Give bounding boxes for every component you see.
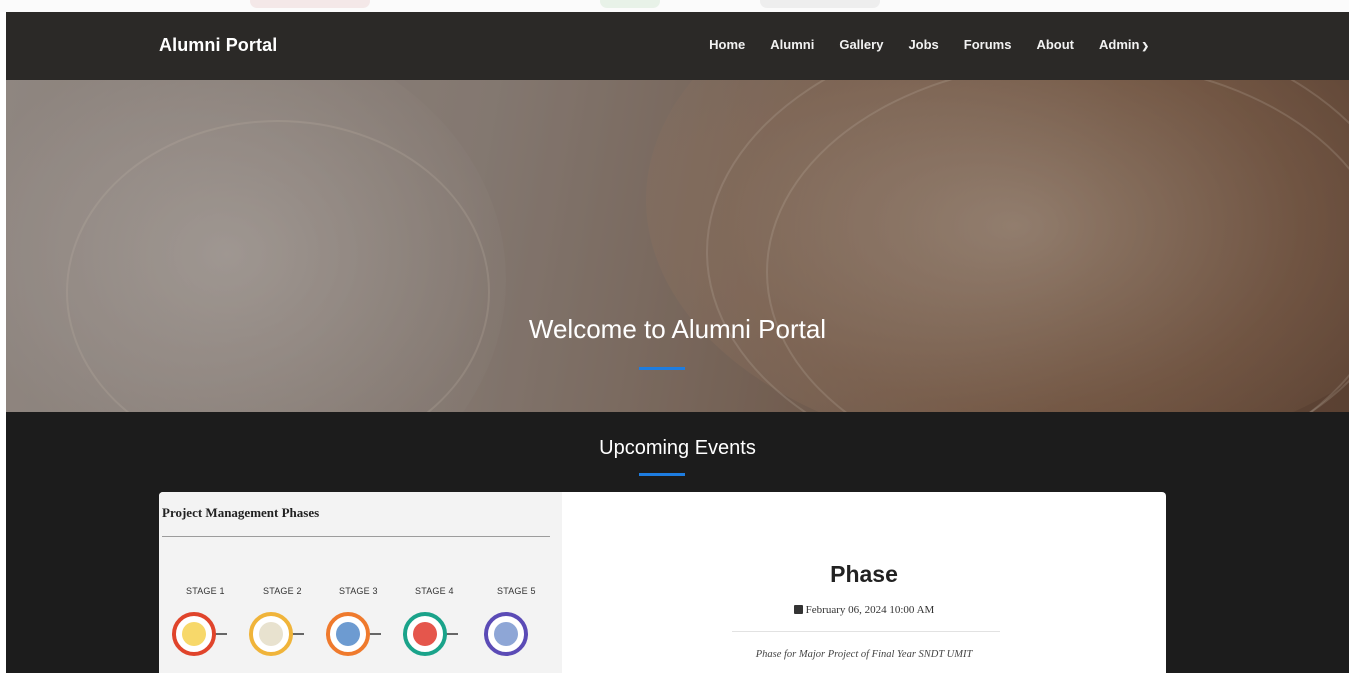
events-divider	[639, 473, 685, 476]
chart-person-icon	[326, 612, 370, 656]
calendar-icon	[793, 605, 803, 614]
nav-about[interactable]: About	[1036, 37, 1074, 52]
event-image-title: Project Management Phases	[162, 505, 320, 520]
top-watermark-strip	[0, 0, 1349, 12]
event-date: February 06, 2024 10:00 AM	[562, 604, 1166, 616]
nav-links: Home Alumni Gallery Jobs Forums About Ad…	[684, 37, 1149, 52]
events-heading: Upcoming Events	[599, 437, 756, 459]
stage-connector	[292, 633, 304, 635]
event-card[interactable]: Project Management Phases STAGE 1 STAGE …	[159, 492, 1166, 673]
hero-banner: Welcome to Alumni Portal	[6, 80, 1349, 412]
stage-3-label: STAGE 3	[339, 586, 378, 596]
hero-title: Welcome to Alumni Portal	[528, 314, 827, 344]
navbar: Alumni Portal Home Alumni Gallery Jobs F…	[6, 12, 1349, 80]
handshake-icon	[484, 612, 528, 656]
nav-alumni[interactable]: Alumni	[770, 37, 814, 52]
lightbulb-icon	[172, 612, 216, 656]
nav-gallery[interactable]: Gallery	[839, 37, 883, 52]
event-details: Phase February 06, 2024 10:00 AM Phase f…	[562, 492, 1166, 673]
event-divider	[732, 631, 1000, 632]
stage-5-label: STAGE 5	[497, 586, 536, 596]
event-name[interactable]: Phase	[562, 561, 1166, 588]
hero-divider	[639, 367, 685, 370]
event-date-text: February 06, 2024 10:00 AM	[805, 604, 935, 616]
stage-2-label: STAGE 2	[263, 586, 302, 596]
chevron-down-icon: ❯	[1141, 41, 1149, 51]
event-description: Phase for Major Project of Final Year SN…	[755, 649, 973, 660]
nav-admin-label: Admin	[1099, 37, 1140, 52]
event-image: Project Management Phases STAGE 1 STAGE …	[159, 492, 562, 673]
stage-connector	[369, 633, 381, 635]
nav-jobs[interactable]: Jobs	[908, 37, 938, 52]
stage-connector	[215, 633, 227, 635]
nav-home[interactable]: Home	[709, 37, 745, 52]
nav-forums[interactable]: Forums	[964, 37, 1012, 52]
brand-logo[interactable]: Alumni Portal	[159, 35, 277, 56]
stage-1-label: STAGE 1	[186, 586, 225, 596]
brain-icon	[403, 612, 447, 656]
page: Alumni Portal Home Alumni Gallery Jobs F…	[6, 12, 1349, 673]
stage-connector	[446, 633, 458, 635]
event-image-divider	[162, 536, 550, 537]
stage-4-label: STAGE 4	[415, 586, 454, 596]
map-icon	[249, 612, 293, 656]
nav-admin-dropdown[interactable]: Admin ❯	[1099, 37, 1149, 52]
